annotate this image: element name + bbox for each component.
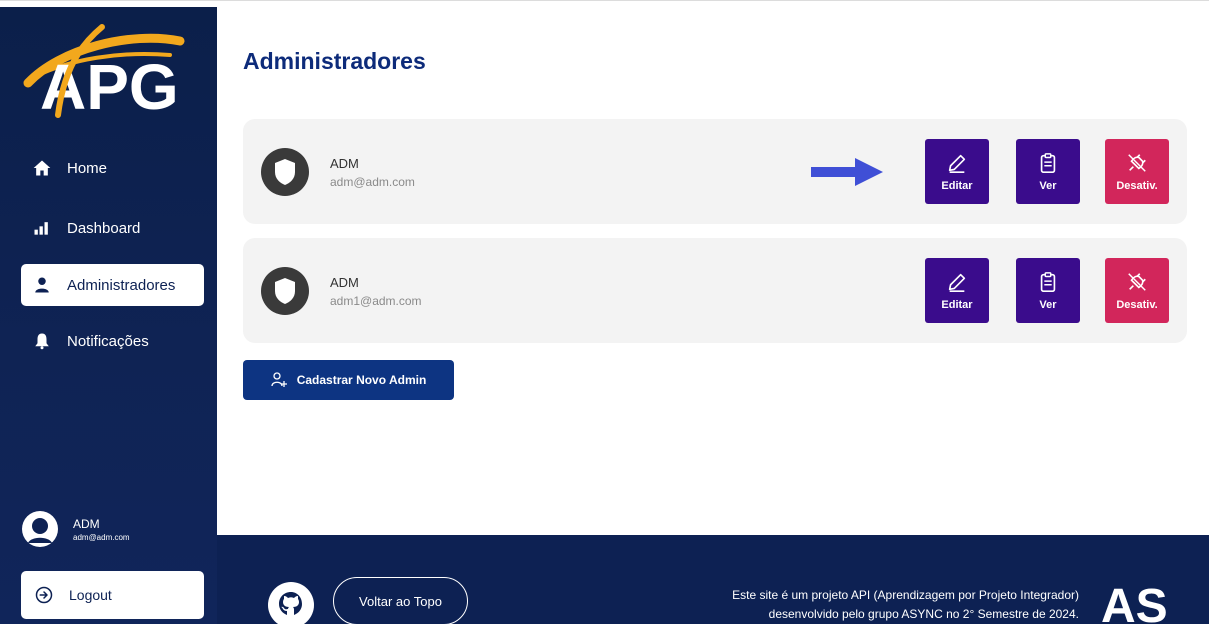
admin-card: ADM adm1@adm.com Editar Ver Desativ. [243,238,1187,343]
user-icon [31,274,53,296]
sidebar-item-dashboard[interactable]: Dashboard [21,207,204,249]
new-admin-button[interactable]: Cadastrar Novo Admin [243,360,454,400]
edit-button[interactable]: Editar [925,258,989,323]
admin-email: adm@adm.com [330,175,415,189]
sidebar-item-label: Administradores [67,276,176,294]
admin-card: ADM adm@adm.com Editar Ver Desativ. [243,119,1187,224]
edit-icon [946,152,968,174]
footer-line-1: Este site é um projeto API (Aprendizagem… [732,588,1079,602]
view-button-label: Ver [1039,179,1057,192]
sidebar-item-administradores[interactable]: Administradores [21,264,204,306]
clipboard-icon [1037,152,1059,174]
footer: Voltar ao Topo Este site é um projeto AP… [217,535,1209,633]
unplug-icon [1126,271,1148,293]
admin-name: ADM [330,156,359,171]
sidebar-user-name: ADM [73,516,100,531]
admin-email: adm1@adm.com [330,294,422,308]
page-title: Administradores [243,48,426,74]
bar-chart-icon [31,217,53,239]
sidebar-item-notificacoes[interactable]: Notificações [21,320,204,362]
clipboard-icon [1037,271,1059,293]
sidebar-user-email: adm@adm.com [73,532,130,542]
sidebar: APG Home Dashboard Administradores Notif… [0,7,217,624]
logout-button[interactable]: Logout [21,571,204,619]
sidebar-item-label: Home [67,159,108,177]
admin-name: ADM [330,275,359,290]
bell-icon [31,330,53,352]
sidebar-item-home[interactable]: Home [21,147,204,189]
async-logo-text: AS [1101,580,1167,624]
logout-icon [35,586,53,604]
async-logo: AS [1097,575,1168,633]
deactivate-button-label: Desativ. [1116,298,1158,311]
unplug-icon [1126,152,1148,174]
logout-label: Logout [69,587,112,603]
edit-button-label: Editar [941,179,973,192]
avatar-icon [21,510,59,548]
top-border [0,0,1209,7]
new-admin-label: Cadastrar Novo Admin [296,373,427,387]
sidebar-user[interactable]: ADM adm@adm.com [21,510,130,548]
admin-avatar-icon [261,148,309,196]
back-to-top-button[interactable]: Voltar ao Topo [333,577,468,625]
footer-text: Este site é um projeto API (Aprendizagem… [667,586,1079,624]
sidebar-item-label: Notificações [67,332,149,350]
add-user-icon [271,372,287,388]
edit-button-label: Editar [941,298,973,311]
deactivate-button-label: Desativ. [1116,179,1158,192]
github-icon[interactable] [268,582,314,628]
deactivate-button[interactable]: Desativ. [1105,139,1169,204]
view-button[interactable]: Ver [1016,139,1080,204]
edit-icon [946,271,968,293]
admin-avatar-icon [261,267,309,315]
apg-logo[interactable]: APG [20,19,190,123]
home-icon [31,157,53,179]
edit-button[interactable]: Editar [925,139,989,204]
footer-line-2: desenvolvido pelo grupo ASYNC no 2° Seme… [768,607,1079,621]
deactivate-button[interactable]: Desativ. [1105,258,1169,323]
sidebar-item-label: Dashboard [67,219,141,237]
view-button-label: Ver [1039,298,1057,311]
arrow-right-icon [809,157,885,187]
view-button[interactable]: Ver [1016,258,1080,323]
